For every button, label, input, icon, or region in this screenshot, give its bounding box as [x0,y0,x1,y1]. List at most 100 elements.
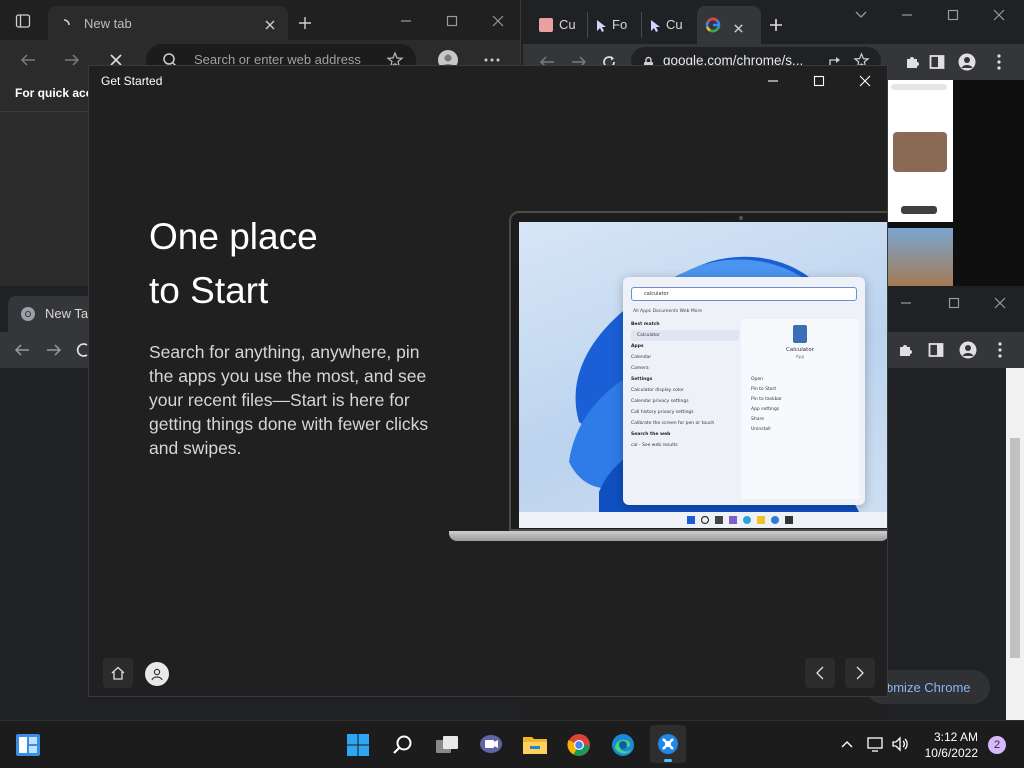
laptop-screen: calculator All Apps Documents Web More B… [519,222,887,528]
new-tab-icon[interactable] [767,16,785,34]
web-result-item: cal - See web results [631,443,678,448]
chrome-right-toolbar [888,332,1024,368]
minimize-icon[interactable] [898,296,914,310]
preview-buttons [901,206,937,214]
get-started-taskbar-button[interactable] [650,725,686,763]
chrome-taskbar-icon[interactable] [565,731,593,759]
tab-actions-icon[interactable] [14,12,32,30]
new-tab-icon[interactable] [296,14,314,32]
start-button-windows-icon[interactable] [344,731,372,759]
side-panel-icon[interactable] [927,52,947,72]
apps-header: Apps [631,344,644,349]
chrome-top-tabbar: Cu Fo Cu [523,0,1024,44]
scrollbar-thumb[interactable] [1010,438,1020,658]
cursor-favicon-icon [650,18,662,32]
detail-app-type: App [795,355,805,360]
task-view-icon[interactable] [433,731,461,759]
chrome-tab-google-active[interactable] [697,6,761,44]
close-window-icon[interactable] [992,296,1008,310]
start-detail-pane: Calculator App Open Pin to Start Pin to … [741,319,859,499]
back-icon[interactable] [18,50,38,70]
side-panel-icon[interactable] [926,340,946,360]
site-favicon-icon [539,18,553,32]
close-window-icon[interactable] [857,74,873,88]
show-hidden-icons-chevron-icon[interactable] [840,737,854,751]
clock-date: 10/6/2022 [924,746,978,760]
volume-icon[interactable] [890,735,910,753]
edge-tab-new-tab[interactable]: New tab [48,6,288,40]
get-started-window: Get Started One place to Start Search fo… [88,65,888,697]
extensions-puzzle-icon[interactable] [903,52,923,72]
close-window-icon[interactable] [991,8,1007,22]
extensions-puzzle-icon[interactable] [896,340,916,360]
minimize-icon[interactable] [398,14,414,28]
chrome-top-page-content [887,80,1024,286]
minimize-icon[interactable] [765,74,781,88]
maximize-icon[interactable] [946,296,962,310]
account-button[interactable] [145,662,169,686]
chrome-tab-3[interactable]: Cu [641,12,693,38]
loading-icon [58,16,70,28]
file-explorer-icon[interactable] [521,731,549,759]
detail-app-name: Calculator [786,347,814,353]
maximize-icon[interactable] [811,74,827,88]
home-button[interactable] [103,658,133,688]
calculator-icon [793,325,807,343]
chrome-tab-3-label: Cu [666,17,683,32]
action-item: Pin to taskbar [751,397,783,402]
more-menu-icon[interactable] [989,52,1009,72]
profile-avatar[interactable] [958,340,978,360]
chrome-tab-2[interactable]: Fo [587,12,639,38]
setting-item: Calibrate the screen for pen or touch [631,421,715,426]
setting-item: Calculator display color [631,388,684,393]
forward-icon[interactable] [44,340,64,360]
laptop-base [449,531,887,541]
description: Search for anything, anywhere, pin the a… [149,342,429,458]
setting-item: Calendar privacy settings [631,399,689,404]
search-icon[interactable] [389,731,417,759]
app-item: Camera [631,366,649,371]
maximize-icon[interactable] [945,8,961,22]
edge-taskbar-icon[interactable] [609,731,637,759]
tips-icon [658,734,678,754]
setting-item: Call history privacy settings [631,410,694,415]
close-window-icon[interactable] [490,14,506,28]
edge-tabbar: New tab [0,0,520,40]
minimize-icon[interactable] [899,8,915,22]
action-item: Pin to Start [751,387,777,392]
tab-search-chevron-icon[interactable] [853,8,869,22]
profile-avatar[interactable] [957,52,977,72]
chrome-window-bottom-right [888,288,1024,720]
action-item: Open [751,377,764,382]
notification-badge[interactable]: 2 [988,736,1006,754]
best-match-header: Best match [631,322,660,327]
start-menu-mock: calculator All Apps Documents Web More B… [623,277,865,505]
start-search-box: calculator [631,287,857,301]
more-menu-icon[interactable] [990,340,1010,360]
system-clock[interactable]: 3:12 AM 10/6/2022 [925,729,978,761]
chevron-left-icon [816,666,824,680]
preview-photo [887,228,953,286]
active-app-indicator [664,759,672,762]
widgets-icon[interactable] [14,731,42,759]
forward-icon[interactable] [62,50,82,70]
back-icon[interactable] [12,340,32,360]
action-item: Share [751,417,764,422]
clock-time: 3:12 AM [933,730,978,744]
home-icon [111,666,125,680]
close-tab-icon[interactable] [264,16,278,30]
maximize-icon[interactable] [444,14,460,28]
best-match-item: Calculator [631,330,739,341]
customize-chrome-label: omize Chrome [886,680,971,695]
close-tab-icon[interactable] [733,19,745,33]
edge-tab-label: New tab [84,16,132,31]
network-icon[interactable] [866,735,886,753]
chrome-tab-1[interactable]: Cu [531,12,587,38]
previous-button[interactable] [805,658,835,688]
teams-chat-icon[interactable] [477,731,505,759]
next-button[interactable] [845,658,875,688]
get-started-title: Get Started [101,74,163,88]
chrome-logo-icon [20,306,36,322]
mini-taskbar-icons [687,515,793,525]
detail-actions: Open Pin to Start Pin to taskbar App set… [751,375,782,435]
